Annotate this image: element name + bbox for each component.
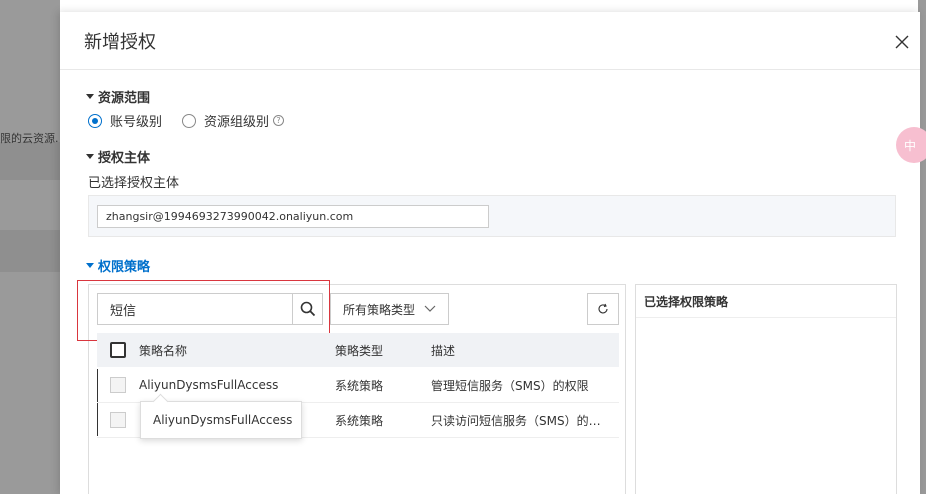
caret-down-icon <box>86 154 94 159</box>
close-icon <box>895 35 909 49</box>
caret-down-icon <box>86 94 94 99</box>
resource-scope-radio-group: 账号级别 资源组级别 ? <box>88 111 304 130</box>
add-authorization-drawer: 新增授权 资源范围 账号级别 资源组级别 ? 授权主体 已选择授权主体 zhan… <box>60 12 926 494</box>
background-row <box>0 230 60 272</box>
principal-section-title[interactable]: 授权主体 <box>86 147 150 166</box>
drawer-header: 新增授权 <box>60 12 920 70</box>
background-left-panel: 限的云资源. <box>0 0 60 494</box>
policy-list-panel: 所有策略类型 策略名称 策略类型 描述 AliyunDysmsFullAcces… <box>77 280 626 494</box>
refresh-button[interactable] <box>587 293 619 325</box>
policy-table-header: 策略名称 策略类型 描述 <box>97 333 619 367</box>
policy-search-input[interactable] <box>98 294 292 324</box>
policy-title: 权限策略 <box>98 260 151 275</box>
row-checkbox[interactable] <box>110 377 126 393</box>
principal-title: 授权主体 <box>98 151 151 166</box>
column-header-name: 策略名称 <box>139 343 188 358</box>
radio-resource-group-level[interactable]: 资源组级别 ? <box>182 111 285 130</box>
background-topbar <box>0 0 926 12</box>
caret-down-icon <box>86 263 94 268</box>
principal-box: zhangsir@1994693273990042.onaliyun.com <box>88 195 896 237</box>
radio-label: 账号级别 <box>110 115 163 130</box>
floating-helper-button[interactable]: 中 <box>896 127 926 163</box>
help-icon[interactable]: ? <box>273 115 285 126</box>
radio-unchecked-icon <box>182 113 197 128</box>
policy-section-title[interactable]: 权限策略 <box>86 256 150 275</box>
drawer-title: 新增授权 <box>84 31 156 53</box>
close-button[interactable] <box>890 30 914 54</box>
policy-search-box <box>97 293 323 325</box>
resource-scope-title: 资源范围 <box>98 91 151 106</box>
search-icon <box>300 301 315 317</box>
refresh-icon <box>598 303 608 314</box>
principal-input[interactable]: zhangsir@1994693273990042.onaliyun.com <box>97 205 489 228</box>
radio-account-level[interactable]: 账号级别 <box>88 111 162 130</box>
floating-helper-text: 中 <box>904 138 917 153</box>
background-row <box>0 142 60 180</box>
row-checkbox[interactable] <box>110 412 126 428</box>
policy-type-select-value: 所有策略类型 <box>343 302 416 317</box>
policy-desc: 只读访问短信服务（SMS）的权... <box>431 413 613 428</box>
background-text: 限的云资源. <box>0 132 59 145</box>
policy-type-select[interactable]: 所有策略类型 <box>330 293 449 325</box>
select-all-checkbox[interactable] <box>110 342 126 358</box>
resource-scope-section-title[interactable]: 资源范围 <box>86 87 150 106</box>
radio-checked-icon <box>88 113 102 128</box>
chevron-down-icon <box>424 305 436 312</box>
table-row[interactable]: AliyunDysmsFullAccess 系统策略 管理短信服务（SMS）的权… <box>97 368 619 403</box>
selected-principal-label: 已选择授权主体 <box>88 176 180 191</box>
policy-type: 系统策略 <box>335 378 384 393</box>
policy-name-tooltip: AliyunDysmsFullAccess <box>140 401 302 439</box>
policy-name: AliyunDysmsFullAccess <box>139 378 279 392</box>
column-header-type: 策略类型 <box>335 343 384 358</box>
search-button[interactable] <box>292 294 322 324</box>
column-header-desc: 描述 <box>431 343 456 358</box>
selected-policies-title: 已选择权限策略 <box>636 285 896 318</box>
selected-policies-panel: 已选择权限策略 <box>635 284 897 494</box>
radio-label: 资源组级别 <box>204 115 270 130</box>
policy-desc: 管理短信服务（SMS）的权限 <box>431 378 589 393</box>
policy-type: 系统策略 <box>335 413 384 428</box>
